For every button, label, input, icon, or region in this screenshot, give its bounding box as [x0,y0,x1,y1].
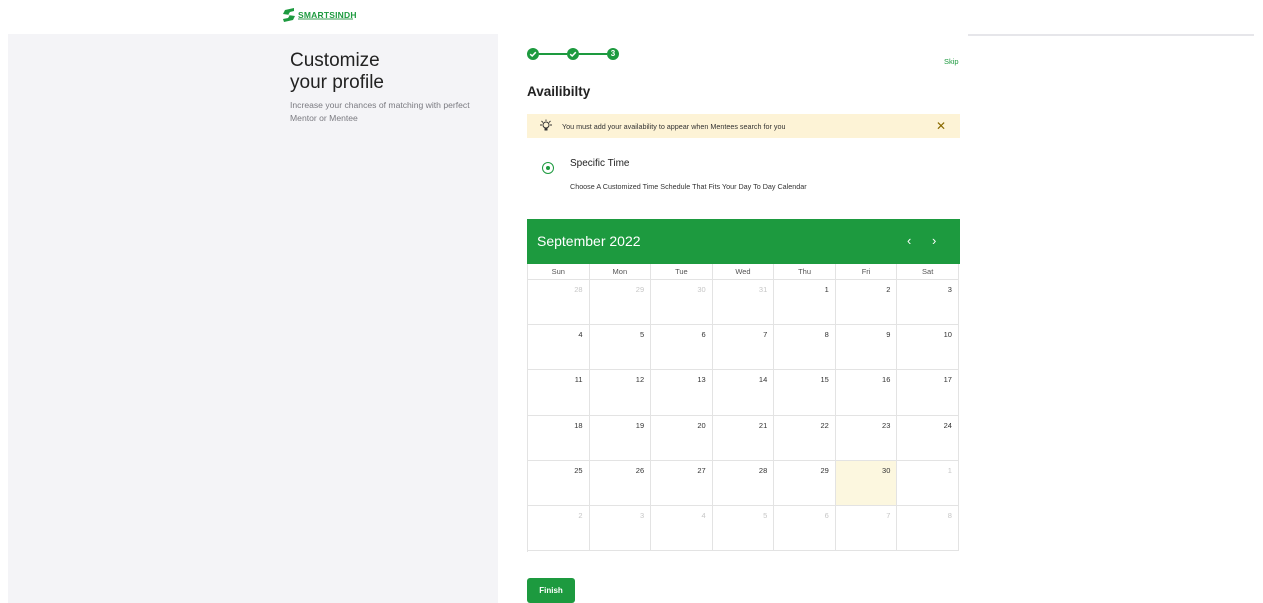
calendar-day[interactable]: 13 [651,370,713,416]
weekday-label: Wed [712,264,775,280]
calendar-day[interactable]: 5 [589,325,652,371]
step-2-check-icon [567,48,579,60]
calendar-day[interactable]: 15 [774,370,836,416]
calendar-day[interactable]: 3 [589,505,652,552]
smartsindh-logo[interactable]: SMARTSINDH [282,7,357,23]
calendar-day[interactable]: 2 [835,280,898,326]
calendar-day[interactable]: 8 [897,505,959,552]
calendar-week-row: 28 29 30 31 1 2 3 [528,280,960,326]
weekday-label: Thu [774,264,836,280]
logo-tagline-bar [298,18,353,20]
calendar-day[interactable]: 27 [651,460,713,506]
page-title: Customize your profile [290,50,384,94]
skip-link[interactable]: Skip [944,57,959,66]
calendar-day[interactable]: 1 [774,280,836,326]
calendar-day[interactable]: 24 [897,415,959,461]
calendar-day[interactable]: 6 [774,505,836,552]
calendar-week-row: 11 12 13 14 15 16 17 [528,370,960,416]
logo-mark-icon [283,8,295,22]
calendar-day[interactable]: 23 [835,415,898,461]
calendar-day[interactable]: 4 [651,505,713,552]
finish-button[interactable]: Finish [527,578,575,603]
calendar-day[interactable]: 12 [589,370,652,416]
page-title-line1: Customize [290,50,380,71]
step-1-check-icon [527,48,539,60]
calendar-day[interactable]: 1 [897,460,959,506]
calendar-day[interactable]: 9 [835,325,898,371]
weekday-label: Mon [589,264,652,280]
top-bar: SMARTSINDH [0,0,1263,34]
weekday-label: Sun [528,264,590,280]
calendar-header: September 2022 ‹ › [527,219,960,264]
calendar-day[interactable]: 7 [835,505,898,552]
calendar-week-row: 4 5 6 7 8 9 10 [528,325,960,371]
weekday-header-row: Sun Mon Tue Wed Thu Fri Sat [528,264,960,280]
calendar-day[interactable]: 5 [712,505,775,552]
calendar-day[interactable]: 4 [528,325,590,371]
calendar-day[interactable]: 21 [712,415,775,461]
radio-selected-dot [545,165,550,170]
calendar-day[interactable]: 25 [528,460,590,506]
calendar-day[interactable]: 14 [712,370,775,416]
calendar-week-row: 2345678 [528,505,960,552]
specific-time-radio[interactable] [542,162,554,174]
calendar-day[interactable]: 2 [528,505,590,552]
calendar-day[interactable]: 10 [897,325,959,371]
calendar-grid: Sun Mon Tue Wed Thu Fri Sat 28 29 30 31 1 2 3 4 5 6 7 8 9 1… [527,264,960,552]
stepper-line-2 [579,53,607,55]
section-title: Availibilty [527,84,591,99]
close-icon[interactable]: ✕ [936,119,946,133]
chevron-left-icon[interactable]: ‹ [907,233,911,248]
availability-alert: You must add your availability to appear… [527,114,960,138]
calendar-month-title: September 2022 [537,233,641,249]
calendar-day[interactable]: 26 [589,460,652,506]
divider [968,34,1254,36]
stepper-line-1 [539,53,567,55]
calendar-day[interactable]: 7 [712,325,775,371]
calendar-day[interactable]: 8 [774,325,836,371]
calendar-day[interactable]: 6 [651,325,713,371]
calendar-day[interactable]: 11 [528,370,590,416]
weekday-label: Tue [651,264,713,280]
weekday-label: Sat [897,264,959,280]
page-title-line2: your profile [290,72,384,93]
weekday-label: Fri [835,264,898,280]
calendar-day[interactable]: 20 [651,415,713,461]
calendar-day[interactable]: 17 [897,370,959,416]
calendar-day-today[interactable]: 30 [835,460,898,506]
calendar-day[interactable]: 28 [712,460,775,506]
page-subtitle: Increase your chances of matching with p… [290,100,470,123]
calendar-day[interactable]: 22 [774,415,836,461]
lightbulb-icon [540,119,552,131]
calendar-day[interactable]: 30 [651,280,713,326]
calendar-day[interactable]: 18 [528,415,590,461]
calendar-week-row: 18 19 20 21 22 23 24 [528,415,960,461]
calendar-weeks: 28 29 30 31 1 2 3 4 5 6 7 8 9 10 11 12 13 14 15 16 17 18 19 20 2… [528,280,960,552]
calendar-day[interactable]: 3 [897,280,959,326]
specific-time-label[interactable]: Specific Time [570,158,629,169]
calendar-day[interactable]: 16 [835,370,898,416]
specific-time-description: Choose A Customized Time Schedule That F… [570,182,807,191]
calendar-day[interactable]: 31 [712,280,775,326]
calendar-day[interactable]: 29 [774,460,836,506]
alert-message: You must add your availability to appear… [562,121,786,131]
progress-stepper: 3 [527,48,622,60]
calendar-day[interactable]: 28 [528,280,590,326]
step-3-current: 3 [607,48,619,60]
calendar-day[interactable]: 19 [589,415,652,461]
calendar-week-row: 25 26 27 28 29 30 1 [528,460,960,506]
chevron-right-icon[interactable]: › [932,233,936,248]
calendar-day[interactable]: 29 [589,280,652,326]
